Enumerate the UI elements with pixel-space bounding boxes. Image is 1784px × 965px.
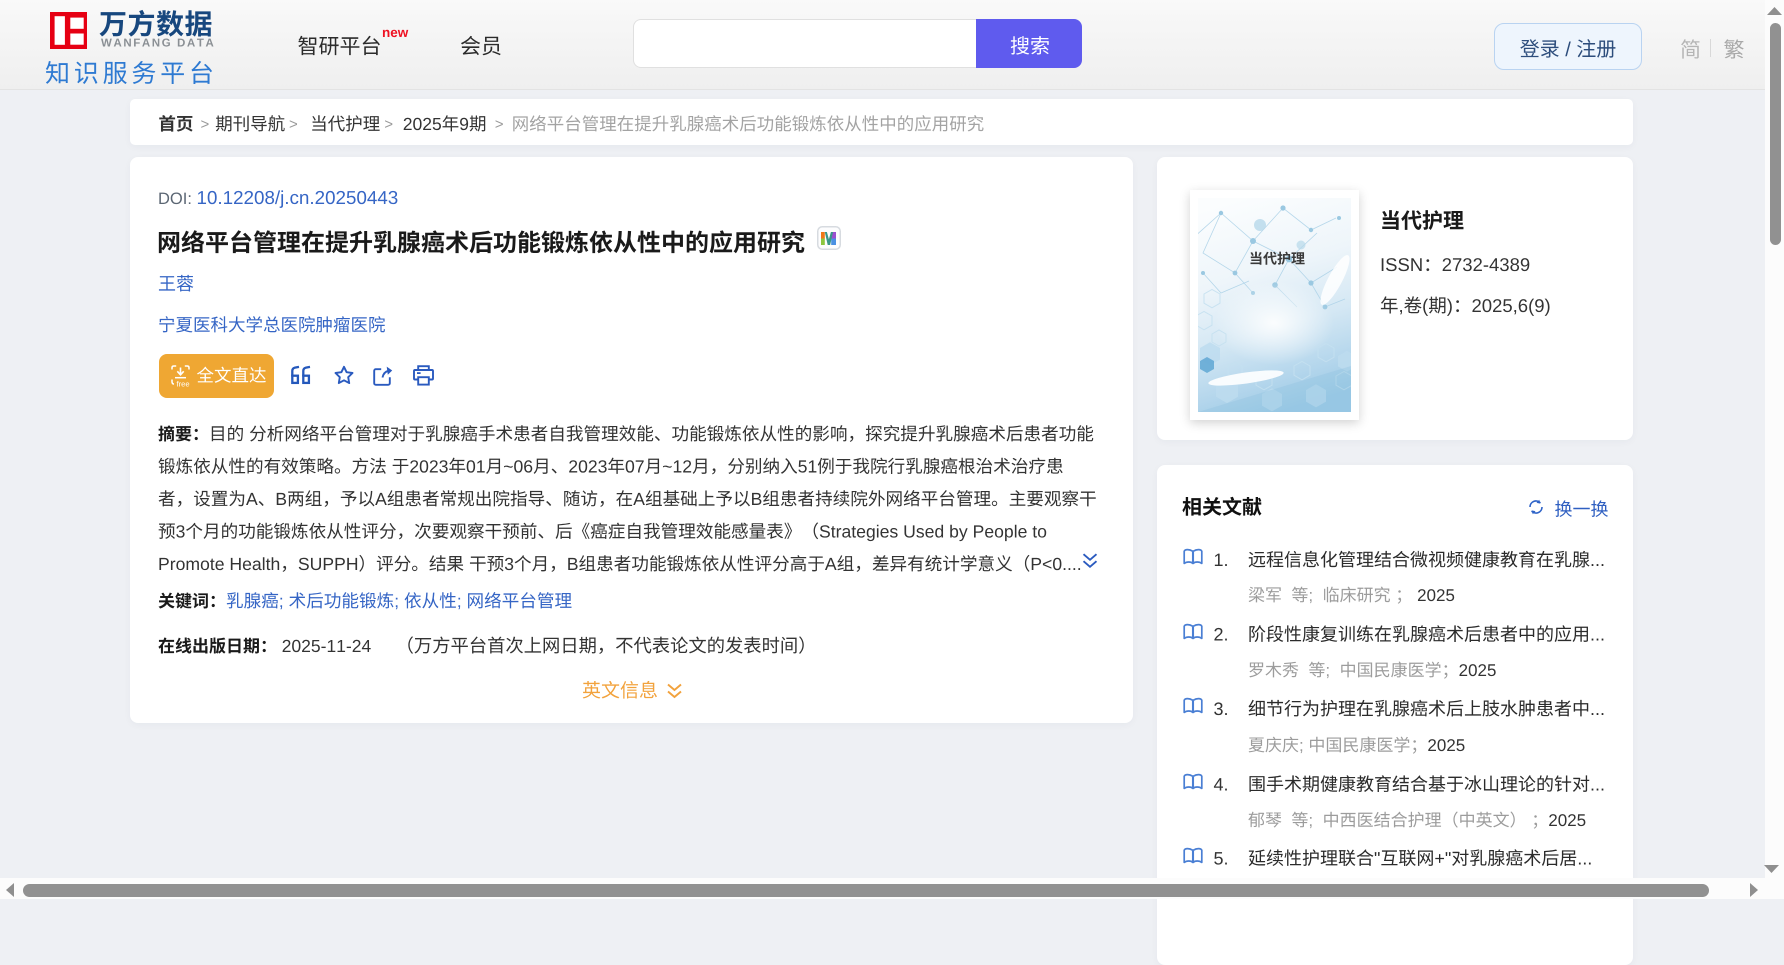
svg-text:free: free bbox=[176, 379, 189, 387]
